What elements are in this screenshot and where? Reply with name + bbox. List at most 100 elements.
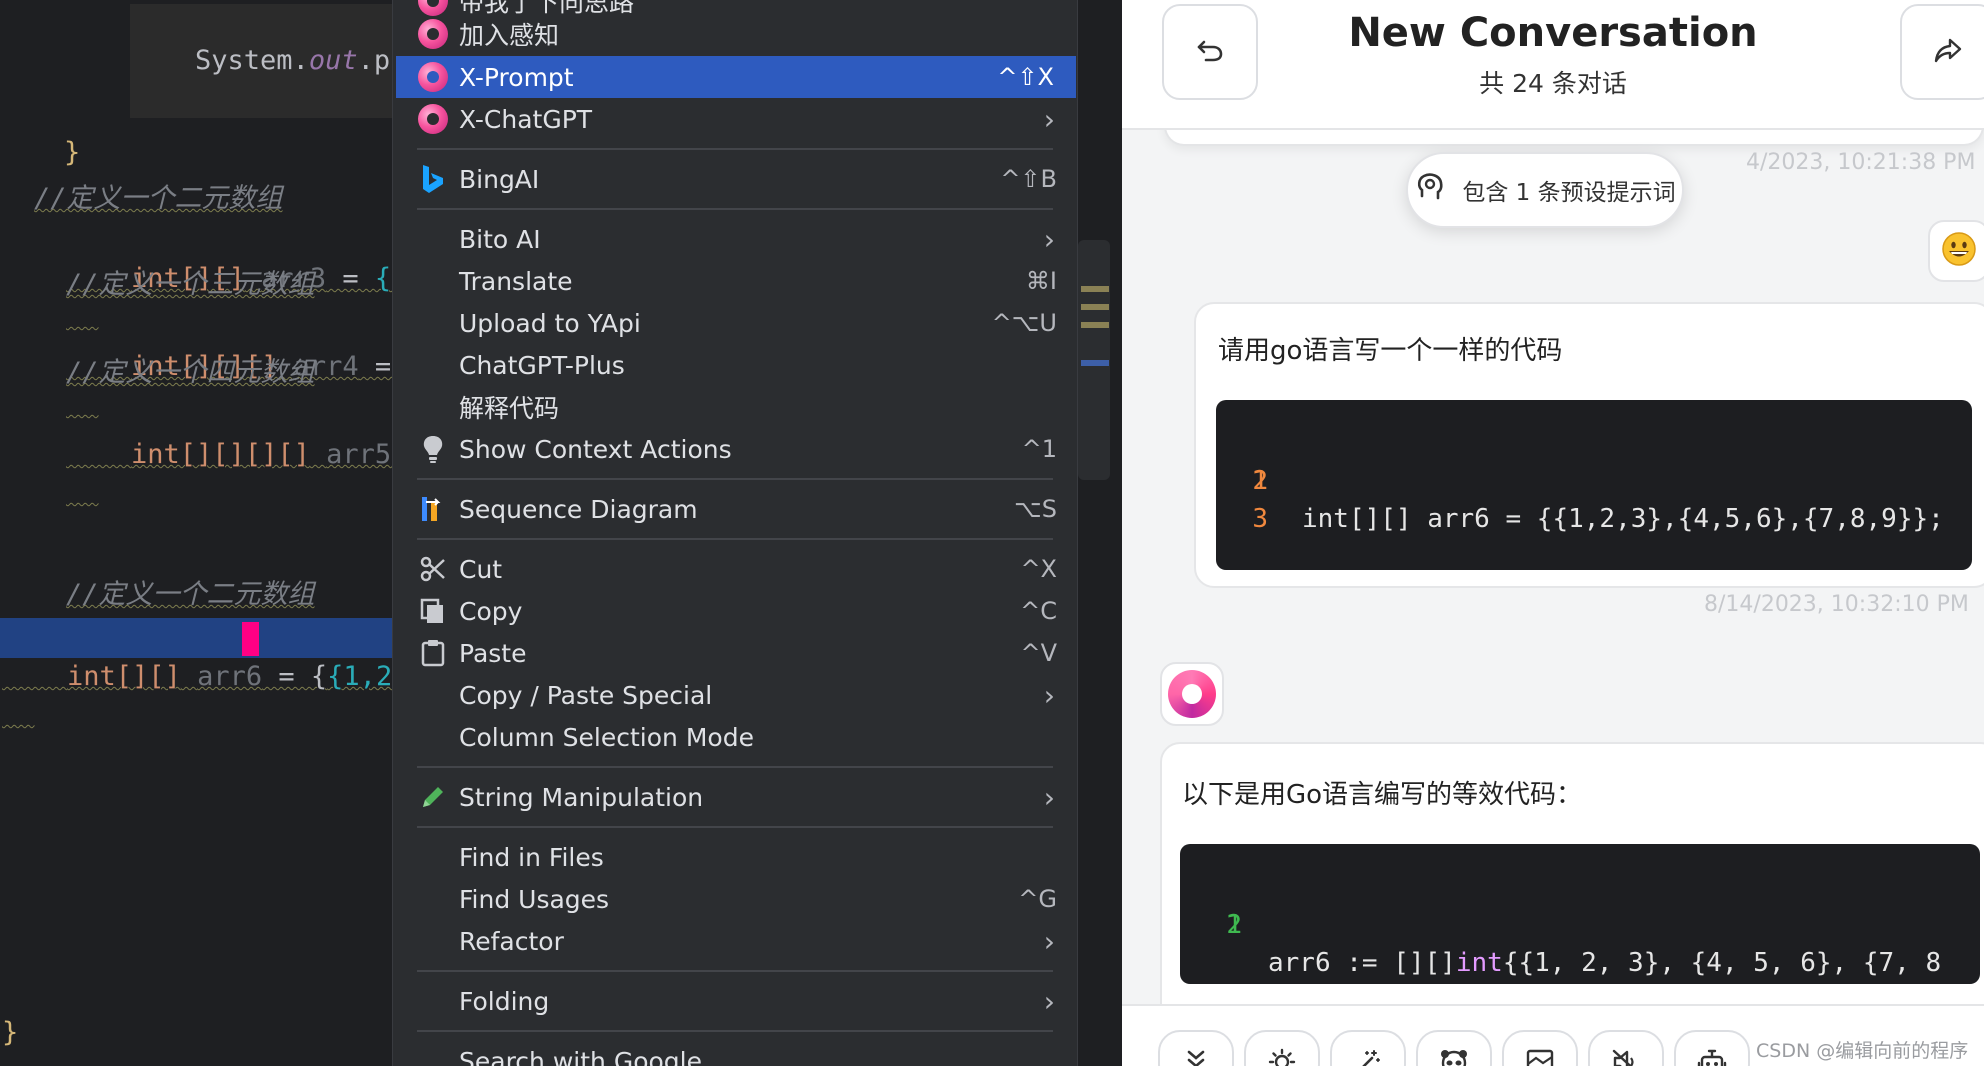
code-token: = bbox=[326, 263, 375, 294]
menu-divider bbox=[417, 1030, 1053, 1032]
menu-item-sequence-diagram[interactable]: Sequence Diagram ⌥S bbox=[393, 488, 1077, 530]
menu-item-label: Copy / Paste Special bbox=[459, 680, 713, 710]
code-token: = bbox=[374, 351, 392, 382]
clipboard-icon bbox=[417, 637, 449, 669]
menu-item-chatgpt-plus[interactable]: ChatGPT-Plus bbox=[393, 344, 1077, 386]
prompt-button[interactable] bbox=[1330, 1030, 1406, 1066]
brain-icon bbox=[1414, 170, 1448, 210]
code-text: arr6 := [][]int{{1, 2, 3}, {4, 5, 6}, {7… bbox=[1268, 944, 1941, 982]
code-token: int bbox=[1455, 948, 1503, 978]
menu-item-find-usages[interactable]: Find Usages ^G bbox=[393, 878, 1077, 920]
menu-item-column-selection-mode[interactable]: Column Selection Mode bbox=[393, 716, 1077, 758]
context-menu[interactable]: 带我了下向思路 加入感知 X-Prompt ^⇧X X-ChatGPT › Bi… bbox=[392, 0, 1078, 1066]
code-token: {1,2,3}, bbox=[327, 661, 392, 692]
line-number: 2 bbox=[1226, 910, 1242, 940]
menu-item-x-prompt[interactable]: X-Prompt ^⇧X bbox=[396, 56, 1076, 98]
code-editor[interactable]: System.out.print } //定义一个二元数组 int[][] ar… bbox=[0, 0, 392, 1066]
menu-item-label: Folding bbox=[459, 986, 550, 1016]
copy-icon bbox=[417, 595, 449, 627]
code-line[interactable]: int[][] arr6 = {{1,2,3}, bbox=[2, 620, 392, 734]
menu-item-label: Upload to YApi bbox=[459, 308, 641, 338]
menu-item[interactable]: 加入感知 bbox=[393, 13, 1077, 55]
code-brace: } bbox=[2, 1017, 19, 1048]
menu-item-copy[interactable]: Copy ^C bbox=[393, 590, 1077, 632]
menu-item-label: Cut bbox=[459, 554, 503, 584]
code-token: System. bbox=[195, 45, 309, 76]
watermark: CSDN @编辑向前的程序 bbox=[1756, 1040, 1969, 1062]
code-line-text: int[][] arr6 = {{1,2,3},{4,5,6},{7,8,9}}… bbox=[1302, 504, 1944, 534]
menu-divider bbox=[417, 970, 1053, 972]
mute-button[interactable] bbox=[1588, 1030, 1664, 1066]
menu-item-explain-code[interactable]: 解释代码 bbox=[393, 386, 1077, 428]
menu-shortcut: ^G bbox=[1018, 885, 1057, 913]
scissors-icon bbox=[417, 553, 449, 585]
menu-item-label: Column Selection Mode bbox=[459, 722, 754, 752]
menu-item-refactor[interactable]: Refactor › bbox=[393, 920, 1077, 962]
menu-shortcut: ^⇧X bbox=[997, 63, 1054, 91]
menu-item-label: 解释代码 bbox=[459, 394, 560, 423]
theme-button[interactable] bbox=[1244, 1030, 1320, 1066]
menu-shortcut: ^X bbox=[1020, 555, 1057, 583]
menu-shortcut: ^⇧B bbox=[1000, 165, 1057, 193]
chevron-right-icon: › bbox=[1043, 102, 1055, 136]
menu-item-show-context-actions[interactable]: Show Context Actions ^1 bbox=[393, 428, 1077, 470]
code-line[interactable]: int[][][][] arr5 = { bbox=[0, 398, 392, 512]
menu-item-folding[interactable]: Folding › bbox=[393, 980, 1077, 1022]
menu-item-label: Find Usages bbox=[459, 884, 610, 914]
code-comment: //定义一个四元数组 bbox=[66, 357, 315, 388]
menu-item-paste[interactable]: Paste ^V bbox=[393, 632, 1077, 674]
menu-item-cut[interactable]: Cut ^X bbox=[393, 548, 1077, 590]
sequence-diagram-icon bbox=[417, 493, 449, 525]
chevrons-down-icon bbox=[1183, 1048, 1209, 1066]
image-icon bbox=[1525, 1048, 1555, 1066]
bing-icon bbox=[417, 163, 449, 195]
bot-code-block[interactable]: 1 arr6 := [][]int{{1, 2, 3}, {4, 5, 6}, … bbox=[1180, 844, 1980, 984]
menu-shortcut: ⌥S bbox=[1014, 495, 1057, 523]
line-number: 3 bbox=[1252, 504, 1268, 534]
openai-icon bbox=[417, 18, 449, 50]
scrollbar-marker bbox=[1081, 322, 1109, 328]
menu-item-find-in-files[interactable]: Find in Files bbox=[393, 836, 1077, 878]
menu-divider bbox=[417, 148, 1053, 150]
menu-item-upload-to-yapi[interactable]: Upload to YApi ^⌥U bbox=[393, 302, 1077, 344]
robot-button[interactable] bbox=[1674, 1030, 1750, 1066]
menu-item-label: Paste bbox=[459, 638, 527, 668]
menu-item-search-with-google[interactable]: Search with Google bbox=[393, 1040, 1077, 1066]
menu-item-bito-ai[interactable]: Bito AI › bbox=[393, 218, 1077, 260]
user-avatar bbox=[1928, 220, 1984, 282]
openai-icon bbox=[417, 103, 449, 135]
code-line[interactable]: System.out.print bbox=[130, 4, 392, 118]
code-token: out bbox=[308, 45, 358, 76]
code-token: = bbox=[262, 661, 311, 692]
menu-item-label: Copy bbox=[459, 596, 523, 626]
menu-item-label: Search with Google bbox=[459, 1046, 702, 1066]
message-timestamp: 8/14/2023, 10:32:10 PM bbox=[1704, 592, 1969, 617]
lightbulb-icon bbox=[417, 433, 449, 465]
menu-shortcut: ⌘I bbox=[1025, 267, 1057, 295]
menu-shortcut: ^⌥U bbox=[991, 309, 1057, 337]
share-button[interactable] bbox=[1900, 4, 1984, 100]
menu-divider bbox=[417, 766, 1053, 768]
menu-item-string-manipulation[interactable]: String Manipulation › bbox=[393, 776, 1077, 818]
sun-icon bbox=[1268, 1048, 1296, 1066]
menu-item-label: Find in Files bbox=[459, 842, 604, 872]
menu-item-x-chatgpt[interactable]: X-ChatGPT › bbox=[393, 98, 1077, 140]
menu-shortcut: ^C bbox=[1020, 597, 1057, 625]
robot-icon bbox=[1697, 1048, 1727, 1066]
user-code-block[interactable]: 1 int[][] arr6 = {{1,2,3},{4,5,6},{7,8,9… bbox=[1216, 400, 1972, 570]
menu-item-bingai[interactable]: BingAI ^⇧B bbox=[393, 158, 1077, 200]
chevron-right-icon: › bbox=[1043, 924, 1055, 958]
menu-item-translate[interactable]: Translate ⌘I bbox=[393, 260, 1077, 302]
chat-header: New Conversation 共 24 条对话 bbox=[1122, 0, 1984, 130]
preset-prompt-label: 包含 1 条预设提示词 bbox=[1462, 180, 1676, 206]
scroll-down-button[interactable] bbox=[1158, 1030, 1234, 1066]
preset-prompt-badge[interactable]: 包含 1 条预设提示词 bbox=[1406, 152, 1684, 228]
bot-message-text: 以下是用Go语言编写的等效代码： bbox=[1182, 780, 1583, 810]
menu-item-label: Sequence Diagram bbox=[459, 494, 698, 524]
image-button[interactable] bbox=[1502, 1030, 1578, 1066]
menu-item-label: String Manipulation bbox=[459, 782, 704, 812]
menu-item-copy-paste-special[interactable]: Copy / Paste Special › bbox=[393, 674, 1077, 716]
code-brace: } bbox=[64, 137, 81, 168]
smiley-icon bbox=[1941, 231, 1977, 271]
mask-button[interactable] bbox=[1416, 1030, 1492, 1066]
